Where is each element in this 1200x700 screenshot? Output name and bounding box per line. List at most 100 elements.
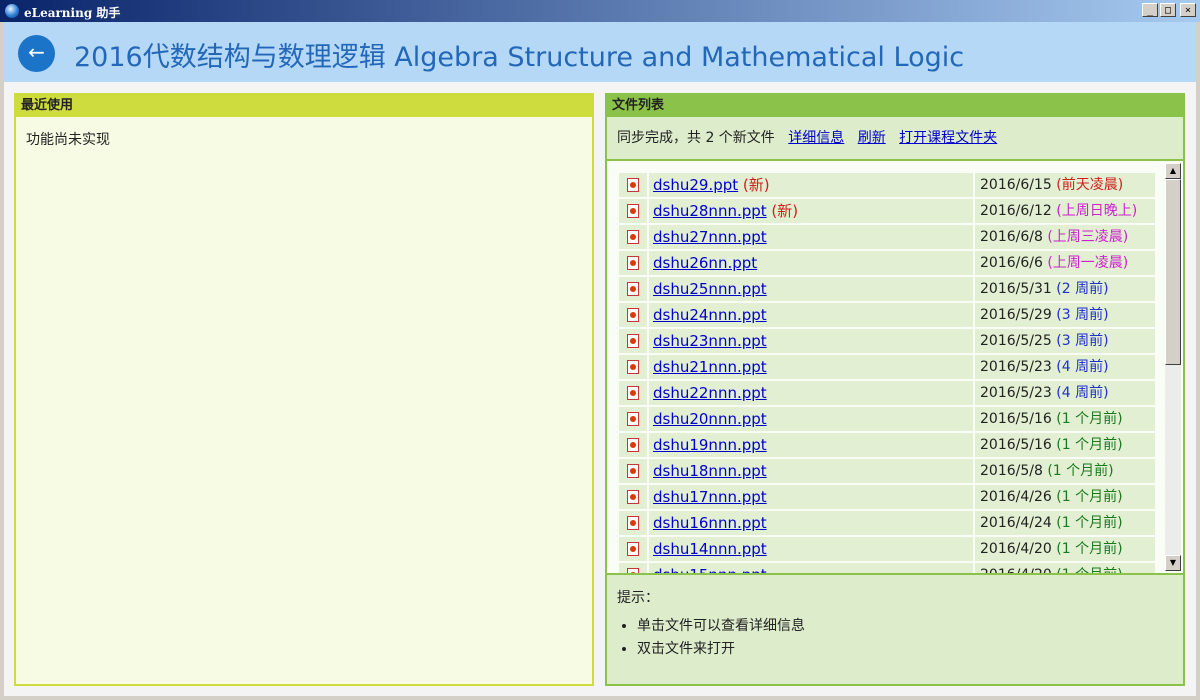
relative-time: (2 周前): [1051, 281, 1109, 297]
file-list: dshu29.ppt (新) 2016/6/15 (前天凌晨) dshu28nnn.…: [607, 161, 1183, 573]
file-row[interactable]: dshu16nnn.ppt 2016/4/24 (1 个月前): [619, 511, 1155, 535]
hints-title: 提示：: [617, 590, 659, 606]
file-row[interactable]: dshu27nnn.ppt 2016/6/8 (上周三凌晨): [619, 225, 1155, 249]
ppt-file-icon-cell: [619, 251, 647, 275]
ppt-file-icon: [627, 230, 639, 244]
file-row[interactable]: dshu28nnn.ppt (新) 2016/6/12 (上周日晚上): [619, 199, 1155, 223]
file-date-cell: 2016/4/24 (1 个月前): [975, 511, 1155, 535]
details-link[interactable]: 详细信息: [788, 130, 844, 146]
back-arrow-icon[interactable]: ←: [18, 35, 55, 72]
file-date: 2016/6/15: [980, 177, 1052, 193]
ppt-file-icon: [627, 256, 639, 270]
file-date-cell: 2016/5/8 (1 个月前): [975, 459, 1155, 483]
file-name-link[interactable]: dshu19nnn.ppt: [653, 436, 767, 454]
ppt-file-icon: [627, 490, 639, 504]
file-date: 2016/5/23: [980, 359, 1052, 375]
file-row[interactable]: dshu24nnn.ppt 2016/5/29 (3 周前): [619, 303, 1155, 327]
file-date: 2016/4/20: [980, 541, 1052, 557]
file-date-cell: 2016/5/29 (3 周前): [975, 303, 1155, 327]
file-row[interactable]: dshu18nnn.ppt 2016/5/8 (1 个月前): [619, 459, 1155, 483]
file-name-link[interactable]: dshu23nnn.ppt: [653, 332, 767, 350]
ppt-file-icon: [627, 412, 639, 426]
file-date: 2016/5/25: [980, 333, 1052, 349]
file-list-rows: dshu29.ppt (新) 2016/6/15 (前天凌晨) dshu28nnn.…: [619, 173, 1155, 573]
ppt-file-icon-cell: [619, 303, 647, 327]
ppt-file-icon-cell: [619, 433, 647, 457]
file-list-scrollbar[interactable]: ▲ ▼: [1165, 163, 1181, 571]
file-row[interactable]: dshu22nnn.ppt 2016/5/23 (4 周前): [619, 381, 1155, 405]
file-name-cell: dshu24nnn.ppt: [649, 303, 973, 327]
file-name-cell: dshu26nn.ppt: [649, 251, 973, 275]
close-button[interactable]: ×: [1180, 3, 1196, 17]
file-row[interactable]: dshu20nnn.ppt 2016/5/16 (1 个月前): [619, 407, 1155, 431]
file-row[interactable]: dshu23nnn.ppt 2016/5/25 (3 周前): [619, 329, 1155, 353]
scroll-thumb[interactable]: [1165, 179, 1181, 365]
relative-time: (1 个月前): [1042, 463, 1114, 479]
file-row[interactable]: dshu26nn.ppt 2016/6/6 (上周一凌晨): [619, 251, 1155, 275]
file-name-link[interactable]: dshu22nnn.ppt: [653, 384, 767, 402]
recent-panel-title: 最近使用: [16, 95, 592, 117]
file-date: 2016/5/31: [980, 281, 1052, 297]
scroll-up-arrow-icon[interactable]: ▲: [1165, 163, 1181, 179]
file-name-cell: dshu28nnn.ppt (新): [649, 199, 973, 223]
ppt-file-icon: [627, 464, 639, 478]
file-name-link[interactable]: dshu25nnn.ppt: [653, 280, 767, 298]
ppt-file-icon-cell: [619, 355, 647, 379]
file-date-cell: 2016/5/23 (4 周前): [975, 355, 1155, 379]
hints-section: 提示： 单击文件可以查看详细信息 双击文件来打开: [607, 573, 1183, 673]
file-name-link[interactable]: dshu28nnn.ppt: [653, 202, 767, 220]
file-date-cell: 2016/6/12 (上周日晚上): [975, 199, 1155, 223]
relative-time: (4 周前): [1051, 359, 1109, 375]
file-name-link[interactable]: dshu17nnn.ppt: [653, 488, 767, 506]
file-name-link[interactable]: dshu18nnn.ppt: [653, 462, 767, 480]
file-name-cell: dshu20nnn.ppt: [649, 407, 973, 431]
hints-list: 单击文件可以查看详细信息 双击文件来打开: [617, 615, 1173, 658]
file-name-link[interactable]: dshu14nnn.ppt: [653, 540, 767, 558]
refresh-link[interactable]: 刷新: [858, 130, 886, 146]
file-date-cell: 2016/5/25 (3 周前): [975, 329, 1155, 353]
file-name-link[interactable]: dshu20nnn.ppt: [653, 410, 767, 428]
file-date: 2016/5/8: [980, 463, 1043, 479]
file-name-link[interactable]: dshu27nnn.ppt: [653, 228, 767, 246]
file-name-link[interactable]: dshu16nnn.ppt: [653, 514, 767, 532]
file-name-cell: dshu15nnn.ppt: [649, 563, 973, 573]
file-row[interactable]: dshu29.ppt (新) 2016/6/15 (前天凌晨): [619, 173, 1155, 197]
maximize-button[interactable]: □: [1160, 3, 1176, 17]
hint-item: 单击文件可以查看详细信息: [637, 615, 1173, 635]
sync-status: 同步完成，共 2 个新文件: [617, 130, 775, 146]
file-date: 2016/4/24: [980, 515, 1052, 531]
ppt-file-icon: [627, 568, 639, 573]
ppt-file-icon: [627, 178, 639, 192]
file-date: 2016/6/8: [980, 229, 1043, 245]
ppt-file-icon: [627, 282, 639, 296]
file-date: 2016/5/16: [980, 437, 1052, 453]
minimize-button[interactable]: _: [1142, 3, 1158, 17]
page-title: 2016代数结构与数理逻辑 Algebra Structure and Math…: [74, 42, 965, 73]
file-name-link[interactable]: dshu15nnn.ppt: [653, 566, 767, 573]
ppt-file-icon-cell: [619, 485, 647, 509]
app-globe-icon: [5, 4, 19, 18]
file-row[interactable]: dshu25nnn.ppt 2016/5/31 (2 周前): [619, 277, 1155, 301]
file-row[interactable]: dshu17nnn.ppt 2016/4/26 (1 个月前): [619, 485, 1155, 509]
file-name-link[interactable]: dshu29.ppt: [653, 176, 738, 194]
ppt-file-icon-cell: [619, 329, 647, 353]
file-name-link[interactable]: dshu21nnn.ppt: [653, 358, 767, 376]
file-date: 2016/5/29: [980, 307, 1052, 323]
file-row[interactable]: dshu21nnn.ppt 2016/5/23 (4 周前): [619, 355, 1155, 379]
relative-time: (上周三凌晨): [1042, 229, 1129, 245]
file-date-cell: 2016/5/16 (1 个月前): [975, 407, 1155, 431]
file-name-link[interactable]: dshu26nn.ppt: [653, 254, 757, 272]
file-name-cell: dshu27nnn.ppt: [649, 225, 973, 249]
file-name-cell: dshu18nnn.ppt: [649, 459, 973, 483]
scroll-down-arrow-icon[interactable]: ▼: [1165, 555, 1181, 571]
main-content: 最近使用 功能尚未实现 文件列表 同步完成，共 2 个新文件 详细信息 刷新 打…: [4, 82, 1196, 696]
file-date-cell: 2016/6/6 (上周一凌晨): [975, 251, 1155, 275]
file-row[interactable]: dshu14nnn.ppt 2016/4/20 (1 个月前): [619, 537, 1155, 561]
file-row[interactable]: dshu15nnn.ppt 2016/4/20 (1 个月前): [619, 563, 1155, 573]
file-name-cell: dshu22nnn.ppt: [649, 381, 973, 405]
file-row[interactable]: dshu19nnn.ppt 2016/5/16 (1 个月前): [619, 433, 1155, 457]
file-name-link[interactable]: dshu24nnn.ppt: [653, 306, 767, 324]
file-date-cell: 2016/4/20 (1 个月前): [975, 563, 1155, 573]
open-folder-link[interactable]: 打开课程文件夹: [899, 130, 997, 146]
ppt-file-icon-cell: [619, 563, 647, 573]
